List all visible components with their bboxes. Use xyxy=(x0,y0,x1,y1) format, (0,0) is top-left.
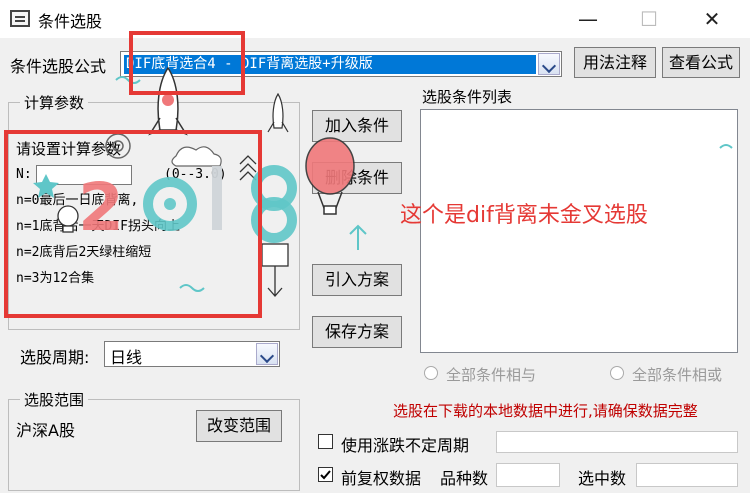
forward-adjust-checkbox[interactable] xyxy=(318,467,333,482)
minimize-button[interactable]: — xyxy=(573,6,603,32)
all-and-label: 全部条件相与 xyxy=(446,366,537,384)
lantern-icon xyxy=(261,243,289,297)
app-icon xyxy=(10,10,30,27)
highlight-box-formula xyxy=(129,31,245,95)
change-range-button[interactable]: 改变范围 xyxy=(196,410,282,442)
range-value: 沪深A股 xyxy=(16,421,75,440)
selected-count-field xyxy=(636,463,738,487)
float-period-label: 使用涨跌不定周期 xyxy=(341,436,470,455)
all-or-radio[interactable] xyxy=(610,366,624,380)
forward-adjust-label: 前复权数据 xyxy=(341,469,422,488)
close-button[interactable]: ✕ xyxy=(697,6,727,32)
all-or-label: 全部条件相或 xyxy=(632,366,723,384)
float-period-checkbox[interactable] xyxy=(318,434,333,449)
data-notice: 选股在下载的本地数据中进行,请确保数据完整 xyxy=(393,402,698,420)
window-title: 条件选股 xyxy=(38,12,103,31)
float-period-field[interactable] xyxy=(496,431,738,453)
period-selected-value: 日线 xyxy=(110,348,143,367)
selected-count-label: 选中数 xyxy=(578,469,627,488)
arrow-up-icon xyxy=(349,224,367,250)
all-and-radio[interactable] xyxy=(424,366,438,380)
highlight-box-params xyxy=(4,130,262,318)
balloon-icon xyxy=(305,137,355,215)
range-group-title: 选股范围 xyxy=(20,389,89,410)
stock-count-label: 品种数 xyxy=(440,469,489,488)
period-label: 选股周期: xyxy=(20,348,90,367)
rocket-icon xyxy=(267,92,289,133)
stock-count-field xyxy=(496,463,560,487)
maximize-button: ☐ xyxy=(640,7,658,31)
chevron-down-icon[interactable] xyxy=(256,343,278,365)
period-select[interactable]: 日线 xyxy=(104,341,280,367)
checkmark-icon xyxy=(320,470,331,480)
annotation-text: 这个是dif背离未金叉选股 xyxy=(400,203,648,228)
